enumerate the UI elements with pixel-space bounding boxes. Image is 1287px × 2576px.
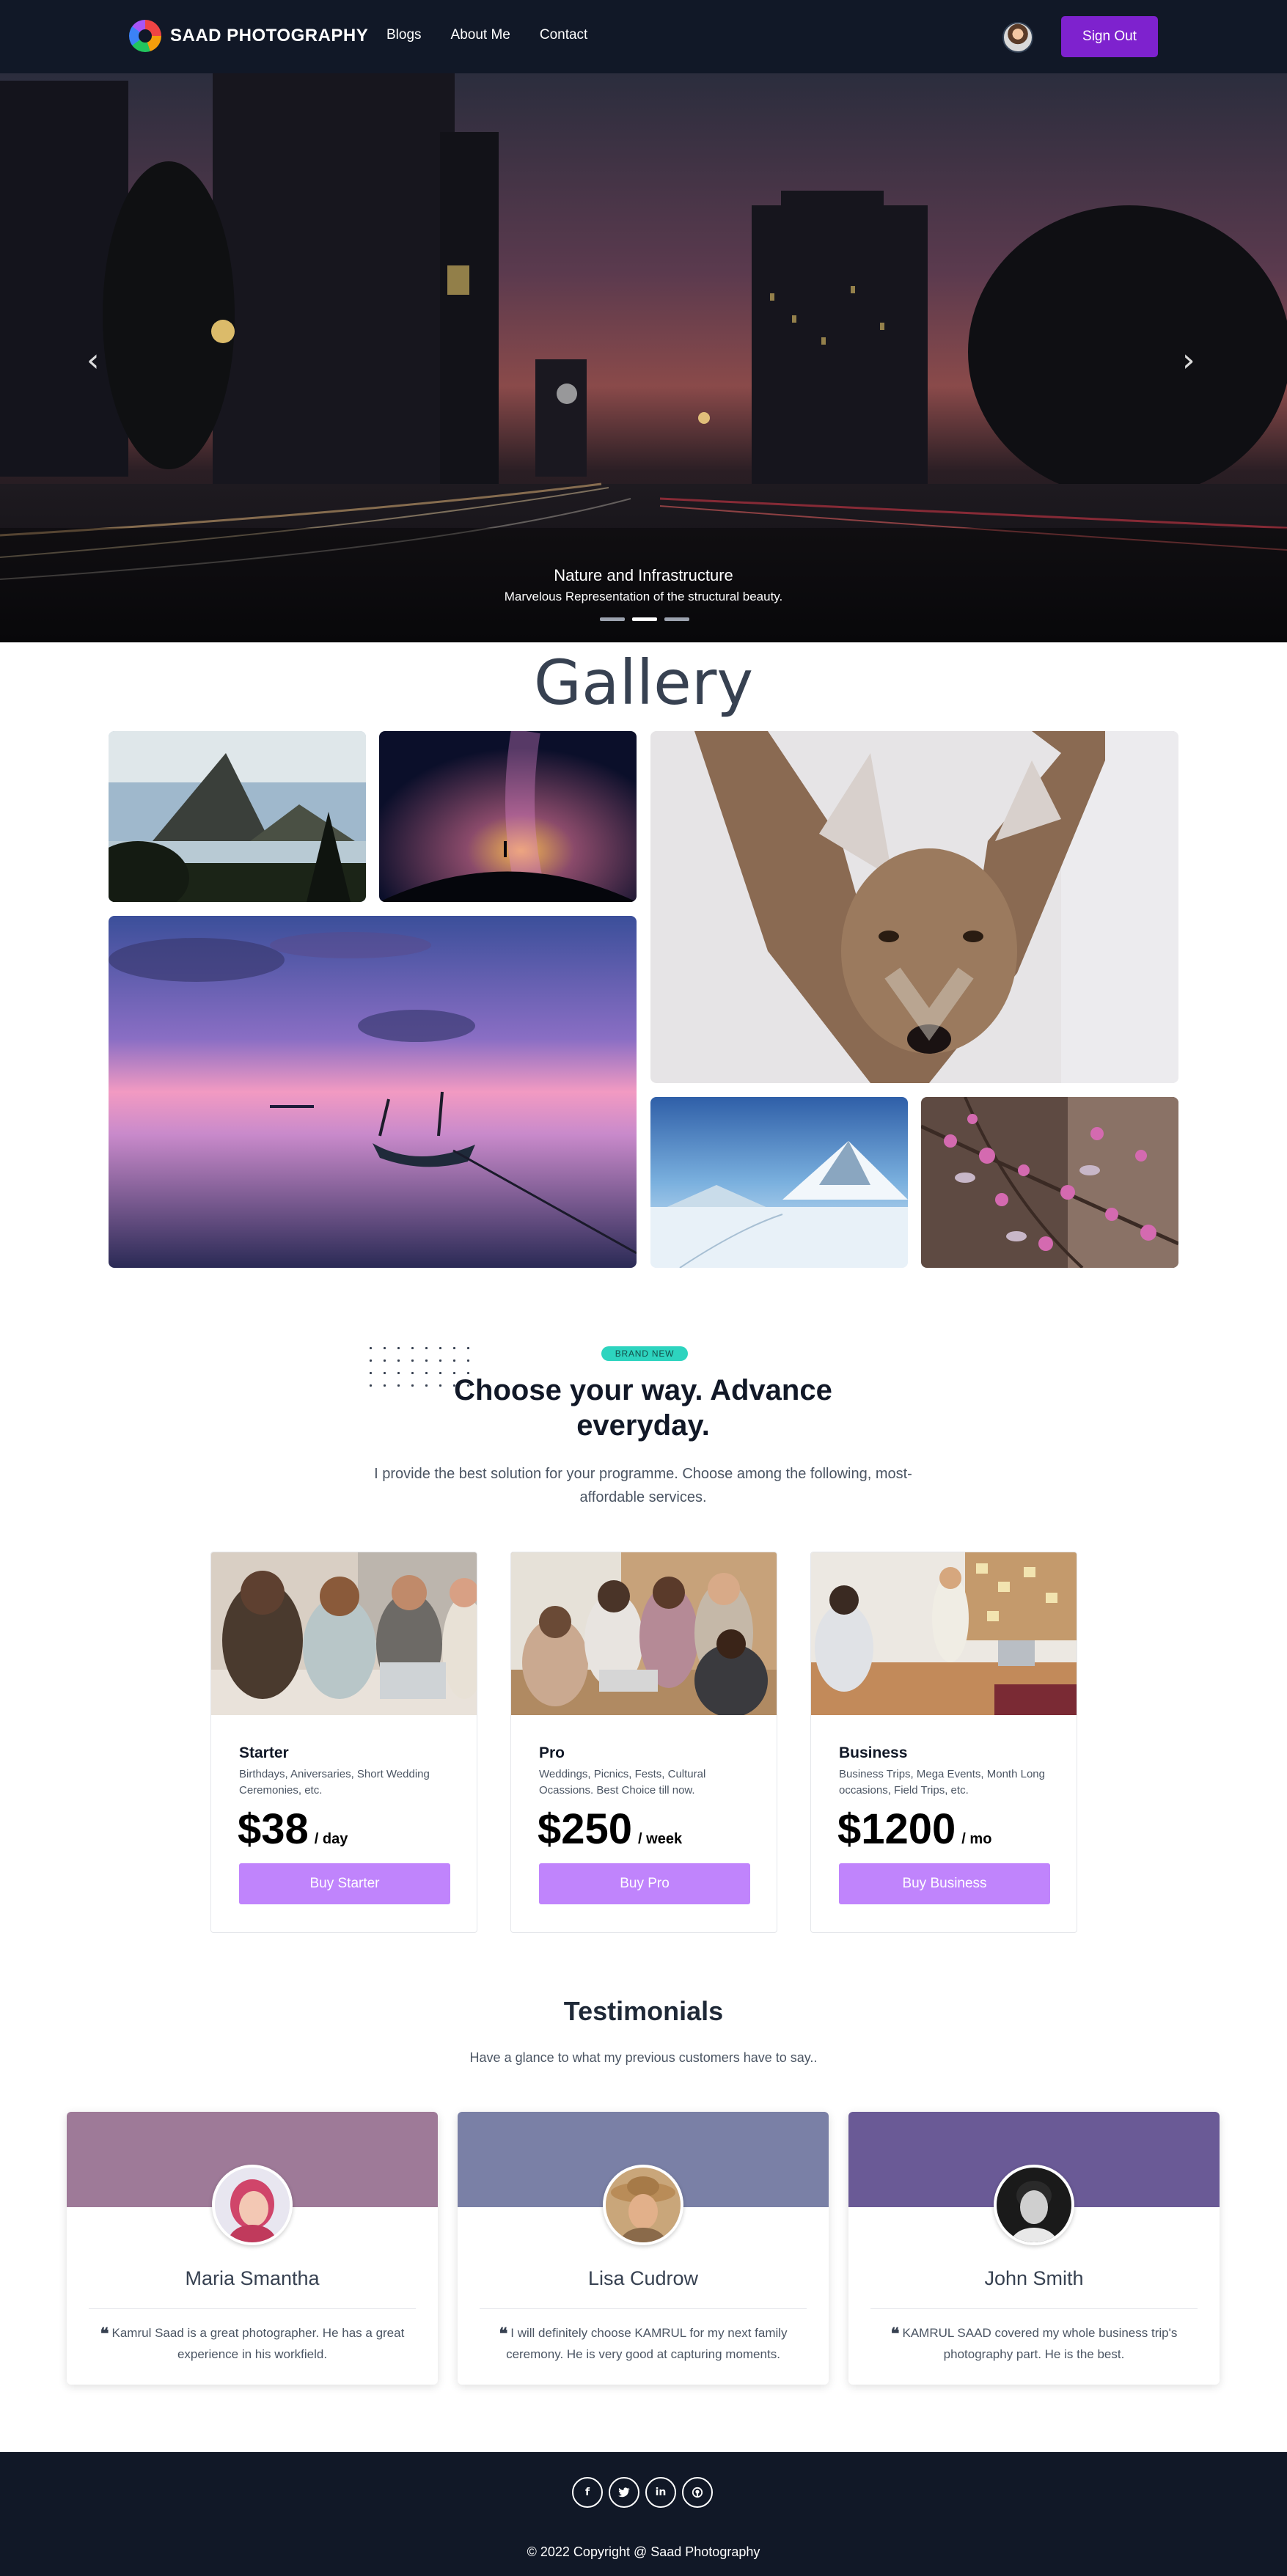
social-links: f in <box>572 2477 713 2508</box>
buy-business-button[interactable]: Buy Business <box>839 1863 1050 1904</box>
plan-name: Business <box>839 1744 908 1761</box>
plan-image-business <box>811 1552 1077 1715</box>
carousel-indicator-1[interactable] <box>600 617 625 621</box>
testimonial-quote: ❝ KAMRUL SAAD covered my whole business t… <box>878 2323 1190 2364</box>
nav-links: Blogs About Me Contact <box>386 27 587 43</box>
plan-period: / mo <box>961 1831 992 1847</box>
plan-price-value: $1200 <box>837 1805 956 1853</box>
carousel-indicators <box>600 617 689 621</box>
buy-starter-button[interactable]: Buy Starter <box>239 1863 450 1904</box>
testimonials-heading: Testimonials <box>563 1996 724 2026</box>
plan-image-starter <box>211 1552 477 1715</box>
divider <box>89 2308 416 2309</box>
quote-icon: ❝ <box>100 2324 109 2344</box>
plan-price-value: $250 <box>538 1805 633 1853</box>
hero-title: Nature and Infrastructure <box>554 566 733 584</box>
plan-period: / week <box>638 1831 683 1847</box>
hero-carousel: ‹ › Nature and Infrastructure Marvelous … <box>0 73 1287 642</box>
brand[interactable]: SAAD PHOTOGRAPHY <box>129 20 368 52</box>
carousel-indicator-2[interactable] <box>632 617 657 621</box>
plan-price: $250 / week <box>538 1805 682 1854</box>
testimonial-quote-text: Kamrul Saad is a great photographer. He … <box>111 2326 405 2361</box>
gallery-photo-milky-way[interactable] <box>379 731 637 902</box>
quote-icon: ❝ <box>890 2324 900 2344</box>
plan-price: $38 / day <box>238 1805 348 1854</box>
navbar: SAAD PHOTOGRAPHY Blogs About Me Contact … <box>0 0 1287 73</box>
plan-name: Pro <box>539 1744 565 1761</box>
plan-description: Business Trips, Mega Events, Month Long … <box>839 1768 1045 1797</box>
plan-name: Starter <box>239 1744 289 1761</box>
sign-out-button[interactable]: Sign Out <box>1061 16 1158 57</box>
user-avatar[interactable] <box>1002 22 1033 53</box>
carousel-next-icon[interactable]: › <box>1182 342 1195 379</box>
footer: f in © 2022 Copyright @ Saad Photography <box>0 2452 1287 2576</box>
divider <box>480 2308 807 2309</box>
plan-description: Weddings, Picnics, Fests, Cultural Ocass… <box>539 1768 706 1797</box>
nav-link-contact[interactable]: Contact <box>540 27 587 43</box>
testimonial-quote-text: KAMRUL SAAD covered my whole business tr… <box>902 2326 1178 2361</box>
twitter-icon[interactable] <box>609 2477 639 2508</box>
carousel-indicator-3[interactable] <box>664 617 689 621</box>
brand-name: SAAD PHOTOGRAPHY <box>170 26 369 45</box>
brand-new-badge: BRAND NEW <box>601 1346 688 1361</box>
buy-pro-button[interactable]: Buy Pro <box>539 1863 750 1904</box>
testimonial-quote-text: I will definitely choose KAMRUL for my n… <box>506 2326 788 2361</box>
pricing-heading: Choose your way. Advance everyday. <box>454 1374 832 1442</box>
plan-period: / day <box>314 1831 348 1847</box>
quote-icon: ❝ <box>499 2324 508 2344</box>
nav-link-blogs[interactable]: Blogs <box>386 27 422 43</box>
gallery-photo-mountain-lake[interactable] <box>109 731 366 902</box>
testimonial-name: Lisa Cudrow <box>587 2267 699 2289</box>
testimonial-card-john: John Smith ❝ KAMRUL SAAD covered my whole… <box>848 2112 1220 2385</box>
testimonial-name: Maria Smantha <box>185 2267 320 2289</box>
pricing-subheading: I provide the best solution for your pro… <box>374 1466 912 1505</box>
hero-subtitle: Marvelous Representation of the structur… <box>504 590 783 603</box>
brand-logo-icon <box>129 20 161 52</box>
github-icon[interactable] <box>682 2477 713 2508</box>
hero-city-image <box>0 73 1287 642</box>
plan-description: Birthdays, Aniversaries, Short Wedding C… <box>239 1768 430 1797</box>
plan-price-value: $38 <box>238 1805 309 1853</box>
testimonial-avatar <box>212 2165 293 2245</box>
plan-card-starter: Starter Birthdays, Aniversaries, Short W… <box>210 1552 477 1933</box>
plan-card-business: Business Business Trips, Mega Events, Mo… <box>810 1552 1077 1933</box>
testimonial-card-lisa: Lisa Cudrow ❝ I will definitely choose KA… <box>458 2112 829 2385</box>
testimonial-quote: ❝ Kamrul Saad is a great photographer. He… <box>96 2323 408 2364</box>
linkedin-icon[interactable]: in <box>645 2477 676 2508</box>
divider <box>870 2308 1198 2309</box>
gallery-title: Gallery <box>533 647 754 719</box>
testimonial-card-maria: Maria Smantha ❝ Kamrul Saad is a great ph… <box>67 2112 438 2385</box>
testimonial-quote: ❝ I will definitely choose KAMRUL for my … <box>487 2323 799 2364</box>
nav-link-about-me[interactable]: About Me <box>451 27 510 43</box>
gallery-photo-pink-blossoms[interactable] <box>921 1097 1178 1268</box>
carousel-prev-icon[interactable]: ‹ <box>87 342 100 379</box>
plan-card-pro: Pro Weddings, Picnics, Fests, Cultural O… <box>510 1552 777 1933</box>
testimonial-avatar <box>994 2165 1074 2245</box>
gallery-photo-snow-mountain[interactable] <box>650 1097 908 1268</box>
plan-price: $1200 / mo <box>837 1805 991 1854</box>
gallery-photo-coyote[interactable] <box>650 731 1178 1083</box>
testimonial-name: John Smith <box>984 2267 1084 2289</box>
testimonials-subheading: Have a glance to what my previous custom… <box>469 2050 818 2065</box>
copyright-text: © 2022 Copyright @ Saad Photography <box>527 2544 760 2559</box>
facebook-icon[interactable]: f <box>572 2477 603 2508</box>
gallery-photo-sunset-boat[interactable] <box>109 916 637 1268</box>
testimonial-avatar <box>603 2165 683 2245</box>
plan-image-pro <box>511 1552 777 1715</box>
